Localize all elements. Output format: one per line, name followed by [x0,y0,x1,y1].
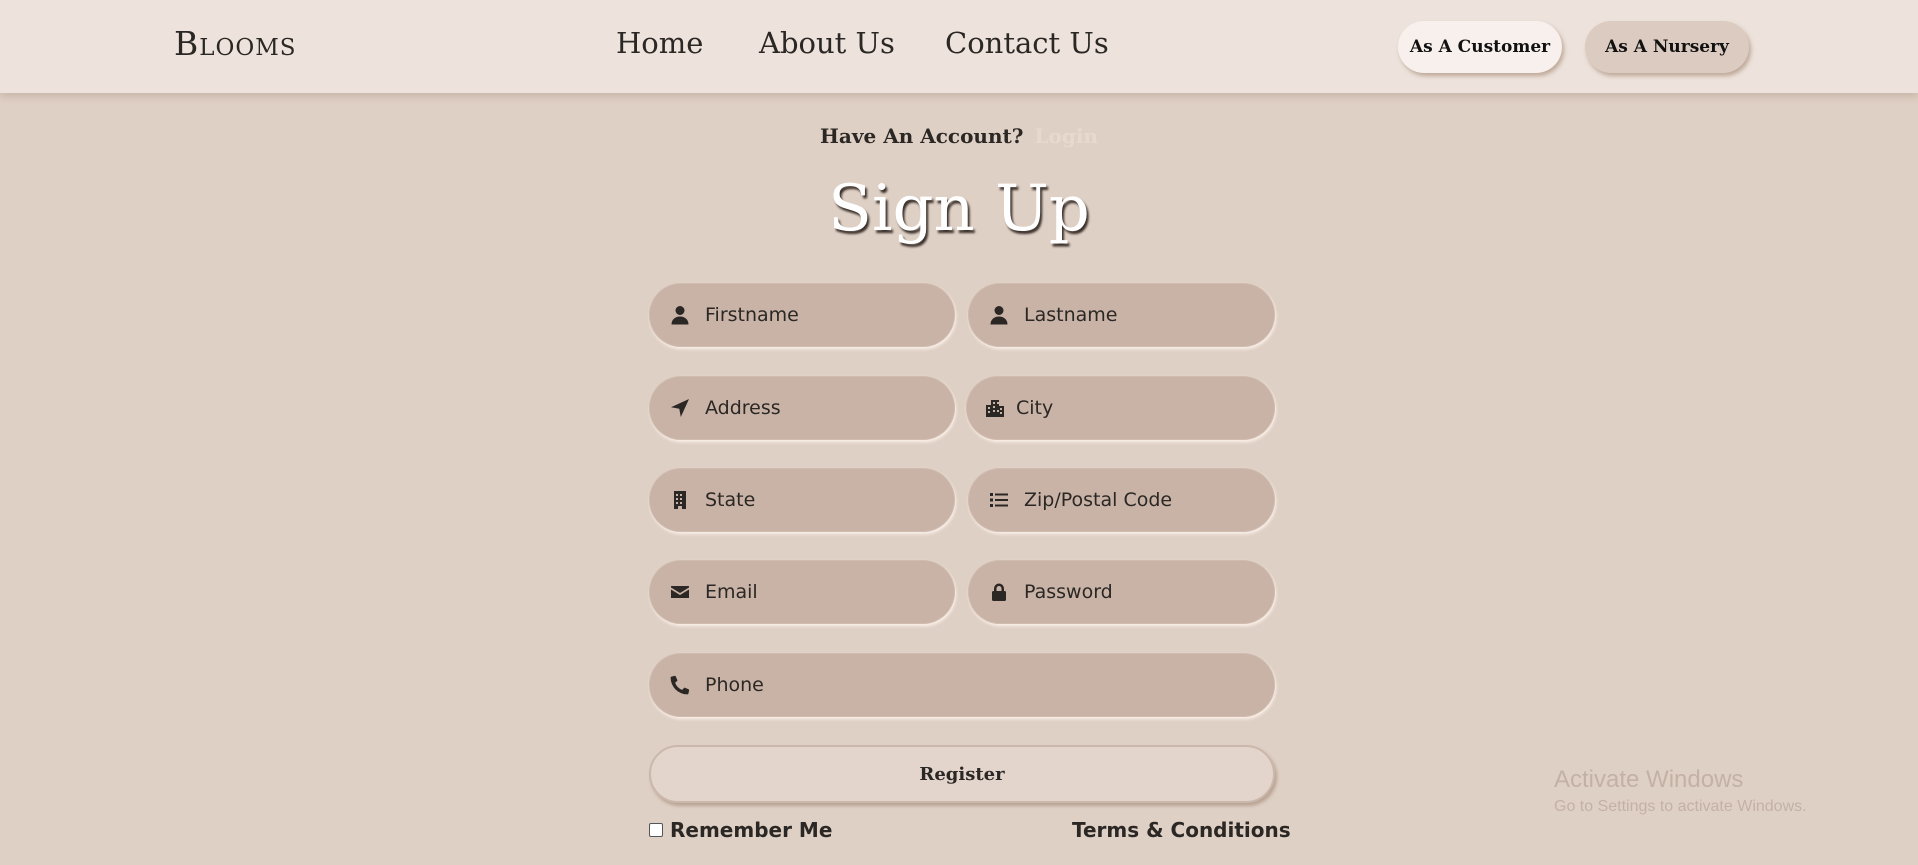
address-field[interactable] [649,376,955,440]
nav-home[interactable]: Home [616,26,703,60]
user-icon [669,304,691,326]
user-icon [988,304,1010,326]
watermark-subtitle: Go to Settings to activate Windows. [1554,798,1807,815]
zip-field[interactable] [968,468,1275,532]
zip-input[interactable] [1024,489,1244,511]
phone-field[interactable] [649,653,1275,717]
watermark-title: Activate Windows [1554,766,1744,793]
nav-contact-us[interactable]: Contact Us [945,26,1109,60]
firstname-field[interactable] [649,283,955,347]
nav-about-us[interactable]: About Us [759,26,895,60]
remember-me-label: Remember Me [670,818,833,842]
city-icon [984,397,1006,419]
have-account-text: Have An Account? [820,124,1024,148]
remember-me-checkbox[interactable] [649,823,663,837]
location-arrow-icon [669,397,691,419]
header-bar: Blooms Home About Us Contact Us As A Cus… [0,0,1918,93]
lastname-input[interactable] [1024,304,1244,326]
city-field[interactable] [966,376,1275,440]
windows-activation-watermark: Activate Windows Go to Settings to activ… [1554,766,1807,816]
lastname-field[interactable] [968,283,1275,347]
as-customer-button[interactable]: As A Customer [1398,21,1562,73]
address-input[interactable] [705,397,925,419]
password-field[interactable] [968,560,1275,624]
phone-icon [669,674,691,696]
have-account-line: Have An Account? Login [0,124,1918,148]
building-icon [669,489,691,511]
email-input[interactable] [705,581,925,603]
terms-link[interactable]: Terms & Conditions [1072,818,1291,842]
phone-input[interactable] [705,674,1205,696]
state-input[interactable] [705,489,925,511]
lock-icon [988,581,1010,603]
login-link[interactable]: Login [1034,124,1098,148]
remember-me[interactable]: Remember Me [649,818,832,842]
city-input[interactable] [1016,397,1236,419]
envelope-icon [669,581,691,603]
state-field[interactable] [649,468,955,532]
register-button[interactable]: Register [649,745,1275,803]
password-input[interactable] [1024,581,1244,603]
firstname-input[interactable] [705,304,925,326]
as-nursery-button[interactable]: As A Nursery [1585,21,1749,73]
list-icon [988,489,1010,511]
page-title: Sign Up [828,172,1090,246]
email-field[interactable] [649,560,955,624]
